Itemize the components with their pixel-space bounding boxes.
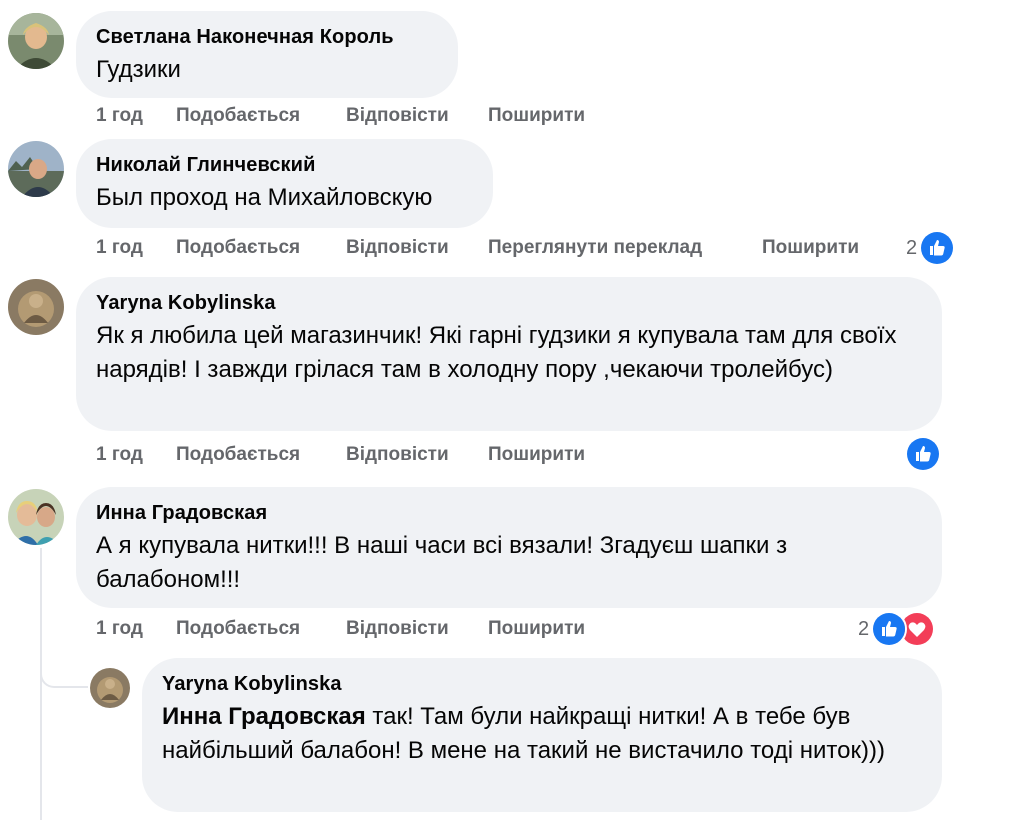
comment-text: Як я любила цей магазинчик! Які гарні гу…: [96, 322, 897, 383]
reply-bubble: Yaryna Kobylinska Инна Градовская так! Т…: [142, 658, 942, 812]
comment-actions: 1 год Подобається Відповісти Поширити: [96, 440, 796, 470]
reply-button[interactable]: Відповісти: [346, 101, 449, 131]
reaction-count: 2: [906, 236, 918, 259]
reaction-summary[interactable]: 2: [858, 611, 936, 647]
share-button[interactable]: Поширити: [762, 233, 859, 263]
comment-actions: 1 год Подобається Відповісти Поширити: [96, 101, 796, 131]
avatar[interactable]: [8, 13, 64, 69]
comment-text: Инна Градовская так! Там були найкращі н…: [162, 700, 922, 768]
comment-author[interactable]: Yaryna Kobylinska: [162, 672, 922, 696]
avatar-photo-icon: [8, 141, 64, 197]
thread-line-branch: [40, 672, 88, 688]
share-button[interactable]: Поширити: [488, 101, 585, 131]
avatar-photo-icon: [8, 13, 64, 69]
timestamp-link[interactable]: 1 год: [96, 440, 143, 470]
comment-bubble: Yaryna Kobylinska Як я любила цей магази…: [76, 277, 942, 431]
translate-button[interactable]: Переглянути переклад: [488, 233, 702, 263]
comment-actions: 1 год Подобається Відповісти Поширити: [96, 614, 796, 644]
like-button[interactable]: Подобається: [176, 440, 300, 470]
comment-author[interactable]: Николай Глинчевский: [96, 153, 473, 177]
comment-bubble: Инна Градовская А я купувала нитки!!! В …: [76, 487, 942, 608]
reaction-summary[interactable]: [905, 436, 941, 472]
comment-text: Гудзики: [96, 56, 181, 83]
comment-text: Был проход на Михайловскую: [96, 184, 433, 211]
avatar-photo-icon: [8, 489, 64, 545]
avatar-photo-icon: [8, 279, 64, 335]
timestamp-link[interactable]: 1 год: [96, 233, 143, 263]
comment-actions: 1 год Подобається Відповісти Переглянути…: [96, 233, 896, 263]
timestamp-link[interactable]: 1 год: [96, 101, 143, 131]
like-icon: [871, 611, 908, 647]
like-button[interactable]: Подобається: [176, 233, 300, 263]
reaction-summary[interactable]: 2: [906, 230, 956, 266]
reply-button[interactable]: Відповісти: [346, 440, 449, 470]
avatar-photo-icon: [90, 668, 130, 708]
like-icon: [905, 436, 941, 472]
comment-author[interactable]: Светлана Наконечная Король: [96, 25, 438, 49]
reply-button[interactable]: Відповісти: [346, 233, 449, 263]
like-button[interactable]: Подобається: [176, 101, 300, 131]
avatar[interactable]: [8, 489, 64, 545]
avatar[interactable]: [8, 141, 64, 197]
timestamp-link[interactable]: 1 год: [96, 614, 143, 644]
mention-link[interactable]: Инна Градовская: [162, 703, 366, 730]
comment-author[interactable]: Инна Градовская: [96, 501, 922, 525]
thread-line-vertical: [40, 548, 42, 820]
comment-bubble: Николай Глинчевский Был проход на Михайл…: [76, 139, 493, 228]
avatar[interactable]: [90, 668, 130, 708]
comment-author[interactable]: Yaryna Kobylinska: [96, 291, 922, 315]
like-button[interactable]: Подобається: [176, 614, 300, 644]
comment-bubble: Светлана Наконечная Король Гудзики: [76, 11, 458, 98]
like-icon: [919, 230, 956, 266]
share-button[interactable]: Поширити: [488, 440, 585, 470]
comment-text: А я купувала нитки!!! В наші часи всі вя…: [96, 532, 788, 593]
reply-button[interactable]: Відповісти: [346, 614, 449, 644]
avatar[interactable]: [8, 279, 64, 335]
share-button[interactable]: Поширити: [488, 614, 585, 644]
reaction-count: 2: [858, 617, 870, 640]
